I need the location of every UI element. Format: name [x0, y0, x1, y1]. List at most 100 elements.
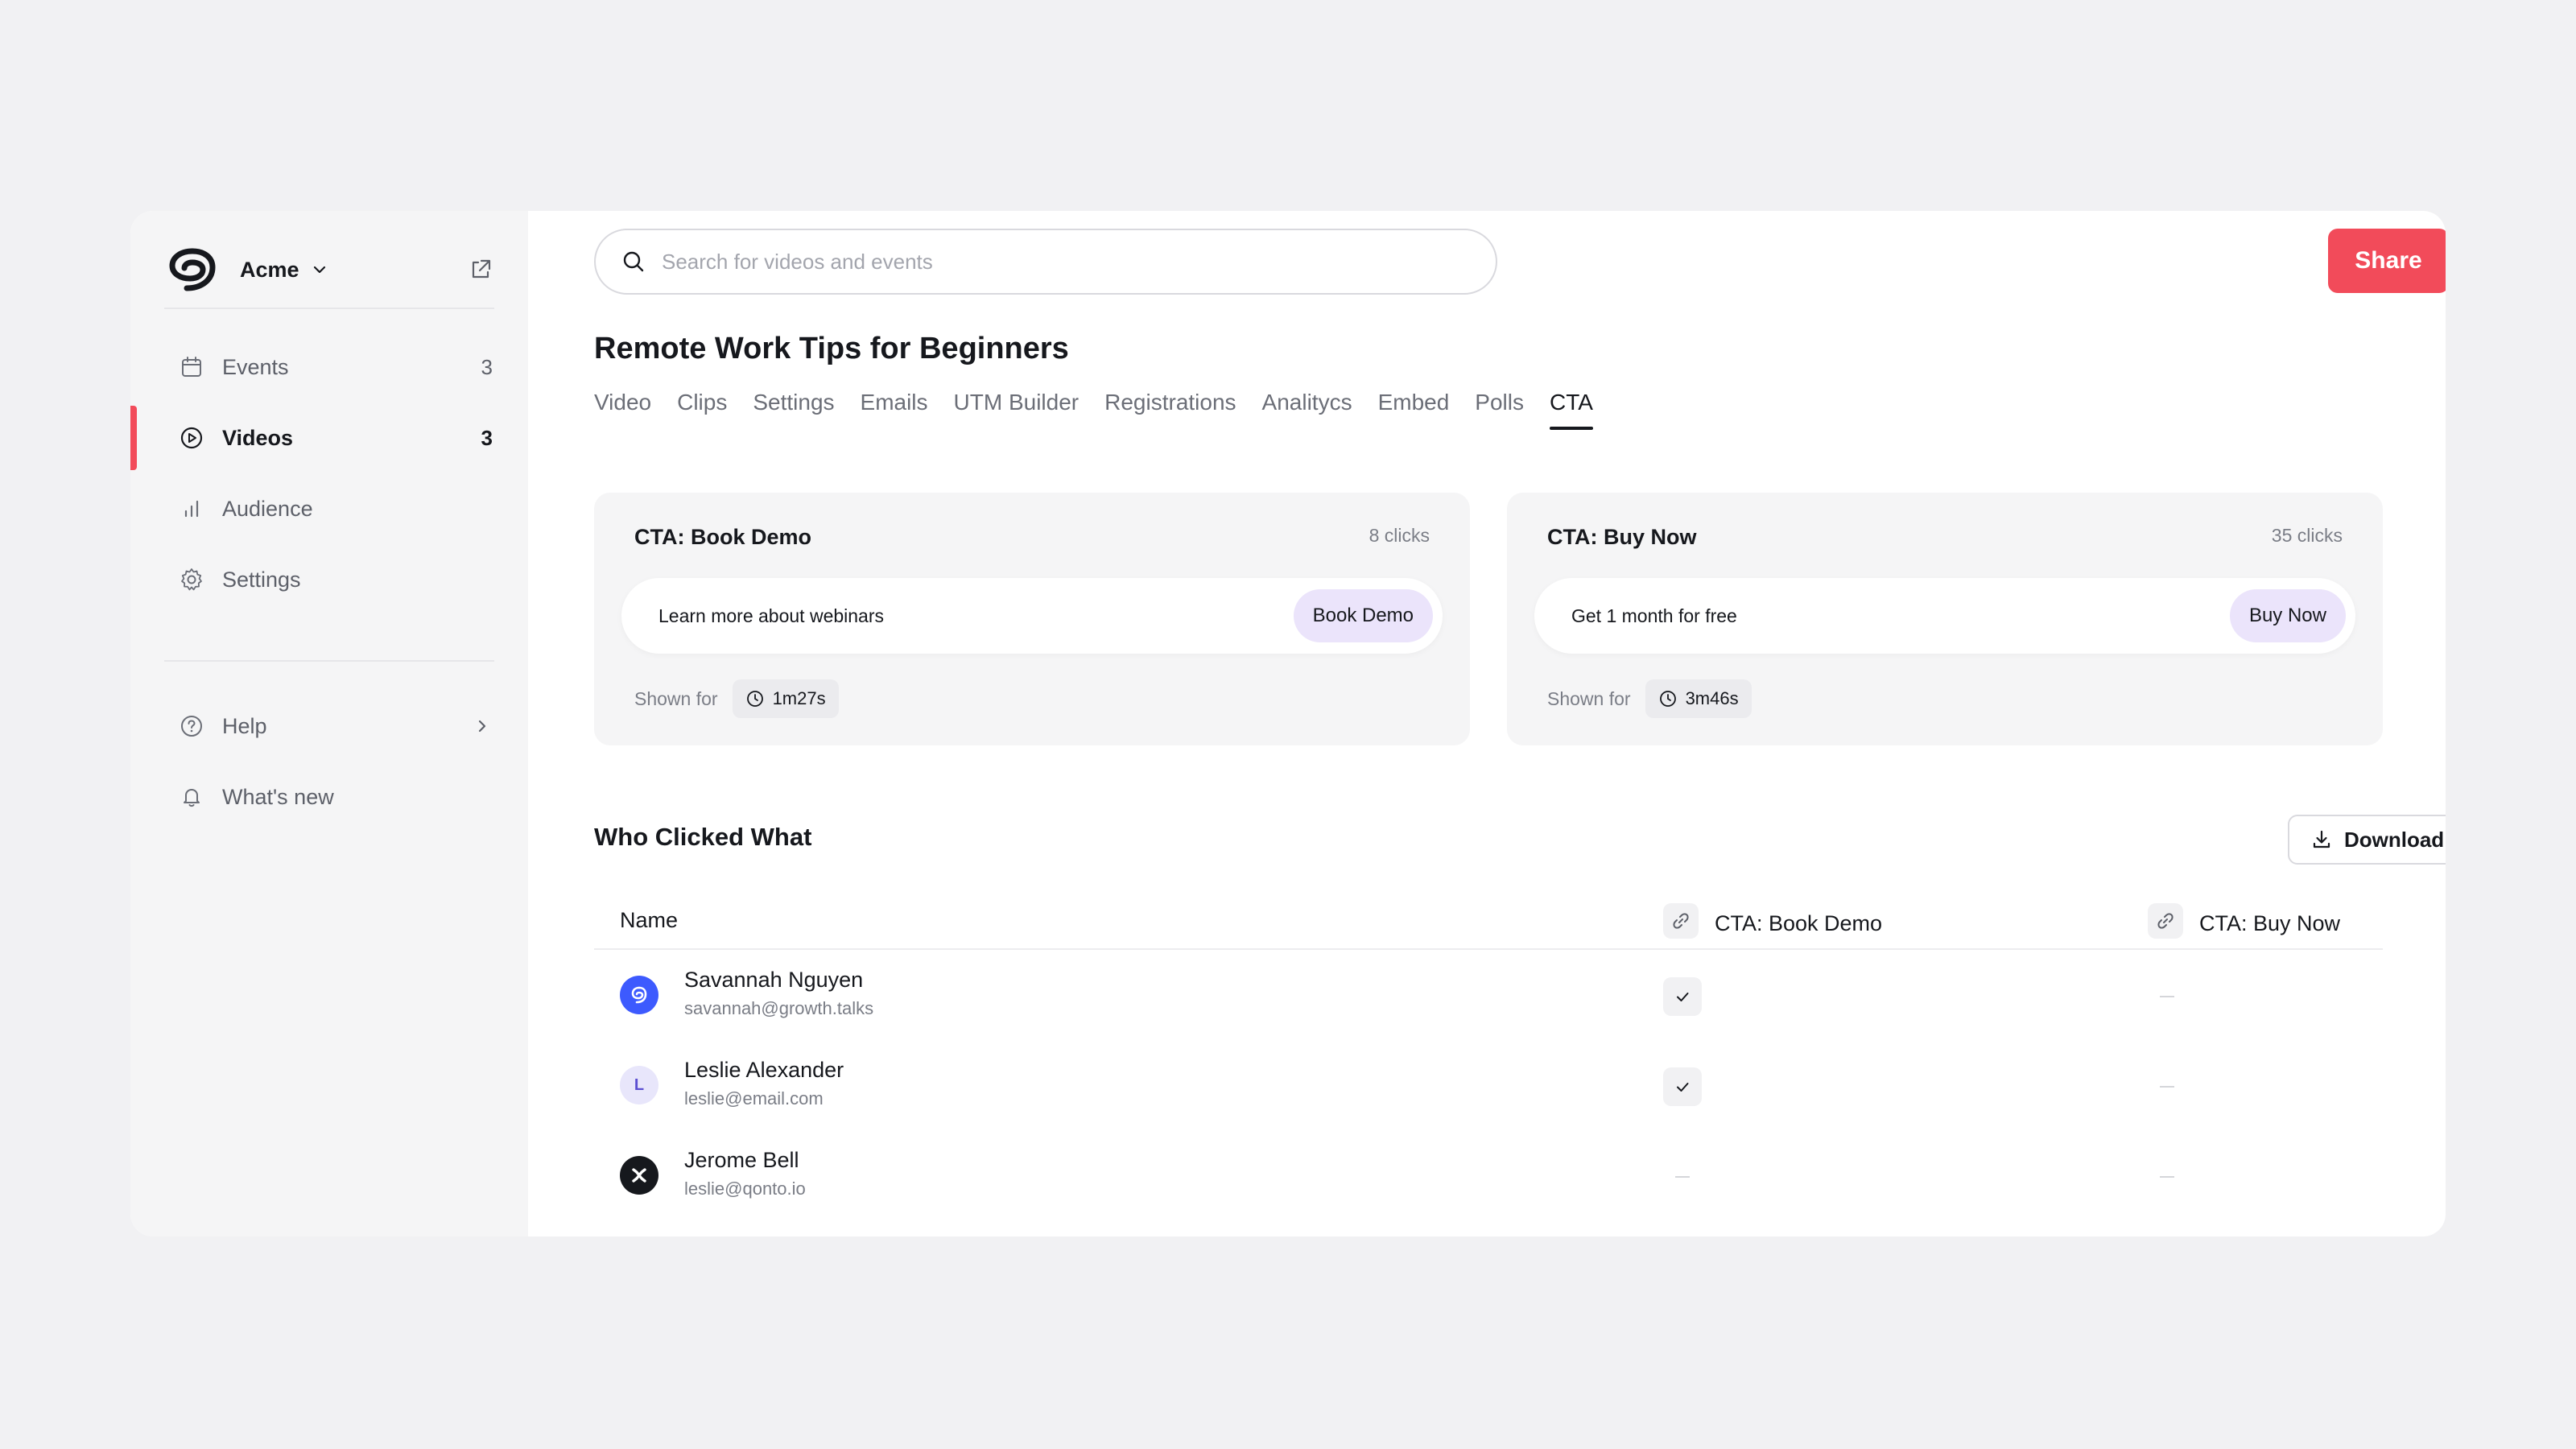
- cta-preview: Get 1 month for free Buy Now: [1534, 578, 2355, 654]
- shown-for: Shown for 3m46s: [1547, 679, 1752, 718]
- empty-dash: [1663, 1158, 1702, 1196]
- app-window: Acme Events 3 Videos 3 Audience Settings…: [130, 211, 2446, 1236]
- check-icon: [1663, 977, 1702, 1016]
- user-name: Jerome Bell: [684, 1148, 799, 1172]
- tab-bar: Video Clips Settings Emails UTM Builder …: [594, 390, 1619, 430]
- page-title: Remote Work Tips for Beginners: [594, 332, 1069, 365]
- sidebar-item-label: Settings: [222, 567, 301, 592]
- chevron-down-icon: [313, 266, 325, 274]
- duration-value: 1m27s: [772, 688, 826, 708]
- sidebar-item-settings[interactable]: Settings: [164, 544, 494, 615]
- sidebar-divider: [164, 660, 494, 662]
- calendar-icon: [177, 353, 206, 382]
- download-csv-button[interactable]: Download .csv: [2288, 815, 2446, 865]
- book-demo-button[interactable]: Book Demo: [1293, 589, 1433, 642]
- cta-preview: Learn more about webinars Book Demo: [621, 578, 1443, 654]
- tab-clips[interactable]: Clips: [677, 390, 727, 430]
- sidebar-item-label: Videos: [222, 425, 294, 450]
- bell-icon: [177, 782, 206, 811]
- user-email: leslie@email.com: [684, 1088, 824, 1108]
- cta-message: Get 1 month for free: [1571, 605, 1737, 626]
- sidebar-item-help[interactable]: Help: [164, 691, 494, 762]
- sidebar-item-audience[interactable]: Audience: [164, 473, 494, 544]
- sidebar: Acme Events 3 Videos 3 Audience Settings…: [130, 211, 528, 1236]
- user-name: Leslie Alexander: [684, 1058, 844, 1082]
- column-buy-now: CTA: Buy Now: [2148, 903, 2341, 939]
- empty-dash: [2148, 1158, 2186, 1196]
- brand-logo-icon: [164, 242, 221, 298]
- sidebar-item-label: Help: [222, 713, 267, 738]
- download-label: Download .csv: [2343, 827, 2446, 852]
- workspace-name: Acme: [240, 257, 299, 282]
- avatar: L: [620, 1066, 658, 1104]
- tab-registrations[interactable]: Registrations: [1104, 390, 1236, 430]
- tab-embed[interactable]: Embed: [1378, 390, 1450, 430]
- external-link-icon[interactable]: [467, 256, 494, 283]
- gear-icon: [177, 565, 206, 594]
- link-icon: [2148, 903, 2183, 939]
- shown-for: Shown for 1m27s: [634, 679, 839, 718]
- sidebar-item-events[interactable]: Events 3: [164, 332, 494, 402]
- cta-card-book-demo: CTA: Book Demo 8 clicks Learn more about…: [594, 493, 1470, 745]
- sidebar-item-label: Events: [222, 354, 289, 379]
- share-button[interactable]: Share: [2328, 229, 2446, 293]
- active-indicator: [130, 406, 137, 470]
- tab-emails[interactable]: Emails: [861, 390, 928, 430]
- company-logo-icon: [631, 986, 647, 1004]
- column-label: CTA: Book Demo: [1715, 910, 1883, 935]
- company-logo-icon: [632, 1168, 646, 1183]
- column-label: CTA: Buy Now: [2199, 910, 2341, 935]
- download-icon: [2313, 830, 2330, 848]
- cta-clicks: 35 clicks: [2271, 525, 2343, 546]
- user-email: leslie@qonto.io: [684, 1179, 806, 1199]
- table-row[interactable]: L Leslie Alexander leslie@email.com: [594, 1040, 2383, 1130]
- tab-utm-builder[interactable]: UTM Builder: [954, 390, 1080, 430]
- link-icon: [1663, 903, 1699, 939]
- search-bar[interactable]: [594, 229, 1497, 295]
- table-row[interactable]: Savannah Nguyen savannah@growth.talks: [594, 950, 2383, 1040]
- tab-analytics[interactable]: Analitycs: [1262, 390, 1352, 430]
- cta-title: CTA: Book Demo: [634, 525, 811, 549]
- column-name: Name: [620, 908, 679, 932]
- check-icon: [1663, 1067, 1702, 1106]
- sidebar-item-videos[interactable]: Videos 3: [130, 402, 494, 473]
- cta-message: Learn more about webinars: [658, 605, 884, 626]
- tab-polls[interactable]: Polls: [1475, 390, 1524, 430]
- empty-dash: [2148, 1067, 2186, 1106]
- section-title: Who Clicked What: [594, 823, 812, 851]
- table-row[interactable]: Jerome Bell leslie@qonto.io: [594, 1130, 2383, 1220]
- shown-for-label: Shown for: [1547, 687, 1631, 709]
- empty-dash: [2148, 977, 2186, 1016]
- play-circle-icon: [177, 423, 206, 452]
- clock-icon: [746, 691, 763, 707]
- column-book-demo: CTA: Book Demo: [1663, 903, 1883, 939]
- sidebar-nav: Events 3 Videos 3 Audience Settings: [130, 332, 494, 615]
- help-circle-icon: [177, 712, 206, 741]
- who-clicked-table: Name CTA: Book Demo CTA: Buy Now Savanna…: [594, 892, 2383, 1220]
- tab-settings[interactable]: Settings: [753, 390, 834, 430]
- search-input[interactable]: [662, 249, 1451, 275]
- main-content: Share Remote Work Tips for Beginners Vid…: [528, 211, 2446, 1236]
- clock-icon: [1659, 691, 1676, 707]
- sidebar-item-label: What's new: [222, 784, 334, 809]
- shown-for-label: Shown for: [634, 687, 718, 709]
- chevron-right-icon: [478, 720, 486, 733]
- search-icon: [623, 251, 644, 272]
- tab-cta[interactable]: CTA: [1550, 390, 1593, 430]
- avatar: [620, 976, 658, 1014]
- sidebar-item-count: 3: [481, 425, 493, 450]
- cta-title: CTA: Buy Now: [1547, 525, 1697, 549]
- sidebar-item-count: 3: [481, 354, 493, 379]
- user-name: Savannah Nguyen: [684, 968, 864, 992]
- buy-now-button[interactable]: Buy Now: [2229, 589, 2346, 642]
- sidebar-item-whats-new[interactable]: What's new: [164, 762, 494, 832]
- duration-value: 3m46s: [1685, 688, 1739, 708]
- sidebar-item-label: Audience: [222, 496, 313, 521]
- avatar: [620, 1156, 658, 1195]
- workspace-switcher[interactable]: Acme: [164, 232, 494, 309]
- cta-clicks: 8 clicks: [1368, 525, 1430, 546]
- tab-video[interactable]: Video: [594, 390, 651, 430]
- duration-badge: 1m27s: [732, 679, 839, 718]
- cta-card-buy-now: CTA: Buy Now 35 clicks Get 1 month for f…: [1507, 493, 2383, 745]
- sidebar-footer-nav: Help What's new: [164, 691, 494, 832]
